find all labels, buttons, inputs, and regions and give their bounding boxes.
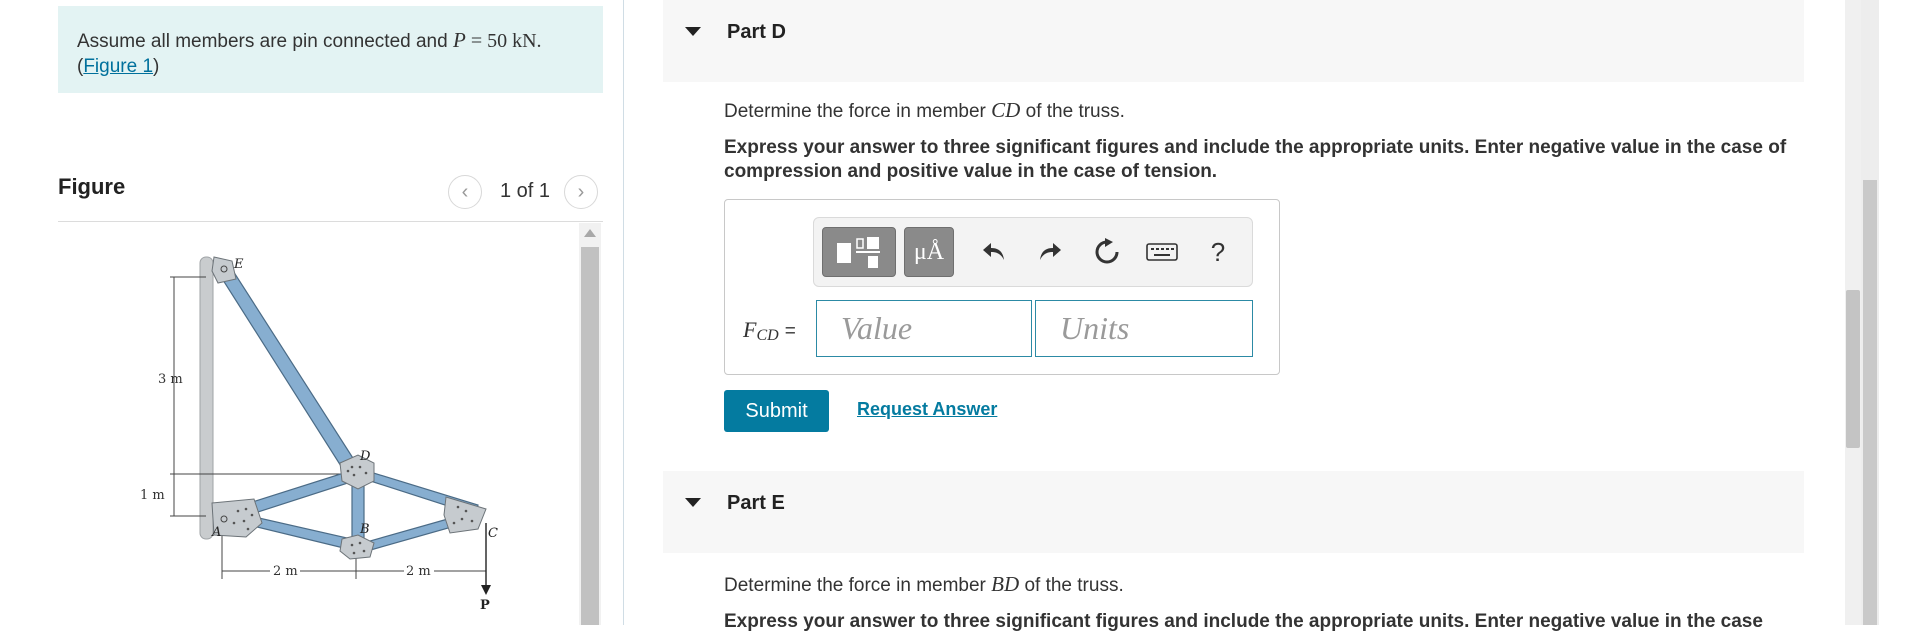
reset-icon[interactable]: [1089, 234, 1125, 270]
figure-scrollbar[interactable]: [579, 223, 601, 625]
problem-variable: P: [452, 28, 466, 52]
answer-label-subscript: CD: [756, 327, 779, 344]
part-d-header[interactable]: Part D: [663, 0, 1804, 82]
part-d-question-prefix: Determine the force in member: [724, 101, 992, 122]
answer-box: μÅ ? FCD = Value Units: [724, 199, 1280, 375]
part-d-member: CD: [991, 98, 1021, 122]
dim-3m-label: 3 m: [158, 372, 183, 387]
templates-icon: [837, 237, 880, 268]
close-paren: ): [153, 56, 160, 77]
figure-viewport: 3 m 1 m 2 m 2 m P E D A B C: [58, 223, 578, 625]
left-pane: Assume all members are pin connected and…: [0, 0, 624, 625]
joint-A-label: A: [211, 525, 221, 540]
dim-1m-label: 1 m: [140, 488, 165, 503]
wall-support: [199, 256, 214, 540]
joint-B-label: B: [359, 522, 370, 537]
answer-label-equals: =: [784, 321, 796, 342]
part-e-instructions: Express your answer to three significant…: [724, 611, 1763, 632]
load-arrow: [481, 585, 491, 595]
figure-pager: 1 of 1: [500, 180, 551, 202]
load-label: P: [480, 598, 490, 613]
chevron-right-icon: ›: [577, 180, 585, 203]
units-button[interactable]: μÅ: [904, 227, 954, 277]
dim-2m-right-label: 2 m: [406, 564, 431, 579]
joint-E-plate: [211, 256, 237, 284]
request-answer-link[interactable]: Request Answer: [857, 399, 997, 420]
answer-label: FCD =: [743, 317, 796, 345]
dim-2m-left-label: 2 m: [273, 564, 298, 579]
problem-value: = 50 kN.: [465, 30, 542, 52]
right-pane: Part D Determine the force in member CD …: [625, 0, 1920, 632]
part-d-instructions: Express your answer to three significant…: [724, 137, 1787, 182]
figure-link[interactable]: Figure 1: [83, 56, 153, 77]
scroll-up-icon[interactable]: [584, 229, 596, 237]
joint-D-label: D: [359, 449, 371, 464]
part-e-member: BD: [991, 572, 1020, 596]
math-toolbar: μÅ ?: [813, 217, 1253, 287]
content-scrollbar-thumb[interactable]: [1846, 290, 1860, 448]
keyboard-icon[interactable]: [1144, 234, 1180, 270]
chevron-left-icon: ‹: [461, 180, 469, 203]
problem-statement: Assume all members are pin connected and…: [58, 6, 603, 93]
part-d-title: Part D: [727, 21, 786, 43]
help-icon[interactable]: ?: [1200, 234, 1236, 270]
caret-down-icon: [685, 27, 701, 36]
joint-B-plate: [339, 534, 375, 560]
figure-header: Figure ‹ 1 of 1 ›: [58, 170, 603, 222]
part-d-question: Determine the force in member CD of the …: [724, 98, 1125, 123]
figure-scrollbar-thumb[interactable]: [581, 247, 599, 625]
joint-C-label: C: [488, 526, 498, 541]
part-e-question: Determine the force in member BD of the …: [724, 572, 1124, 597]
problem-text: Assume all members are pin connected and: [77, 31, 453, 52]
prev-figure-button[interactable]: ‹: [448, 175, 482, 209]
content-scrollbar[interactable]: [1845, 0, 1861, 625]
part-d-question-suffix: of the truss.: [1020, 101, 1125, 122]
templates-button[interactable]: [822, 227, 896, 277]
value-input[interactable]: Value: [816, 300, 1032, 357]
figure-title: Figure: [58, 174, 126, 199]
part-e-question-prefix: Determine the force in member: [724, 575, 992, 596]
caret-down-icon: [685, 498, 701, 507]
part-e-header[interactable]: Part E: [663, 471, 1804, 553]
part-e-title: Part E: [727, 492, 785, 514]
redo-icon[interactable]: [1032, 234, 1068, 270]
page-scrollbar-thumb[interactable]: [1863, 180, 1877, 625]
joint-E-label: E: [233, 257, 244, 272]
undo-icon[interactable]: [976, 234, 1012, 270]
truss-figure: 3 m 1 m 2 m 2 m P E D A B C: [140, 256, 498, 613]
units-input[interactable]: Units: [1035, 300, 1253, 357]
joint-C-plate: [443, 496, 487, 534]
member-ED: [215, 262, 359, 475]
answer-label-var: F: [743, 317, 757, 342]
part-e-question-suffix: of the truss.: [1019, 575, 1124, 596]
units-icon: μÅ: [913, 238, 945, 265]
next-figure-button[interactable]: ›: [564, 175, 598, 209]
page-scrollbar[interactable]: [1861, 0, 1879, 625]
submit-button[interactable]: Submit: [724, 390, 829, 432]
